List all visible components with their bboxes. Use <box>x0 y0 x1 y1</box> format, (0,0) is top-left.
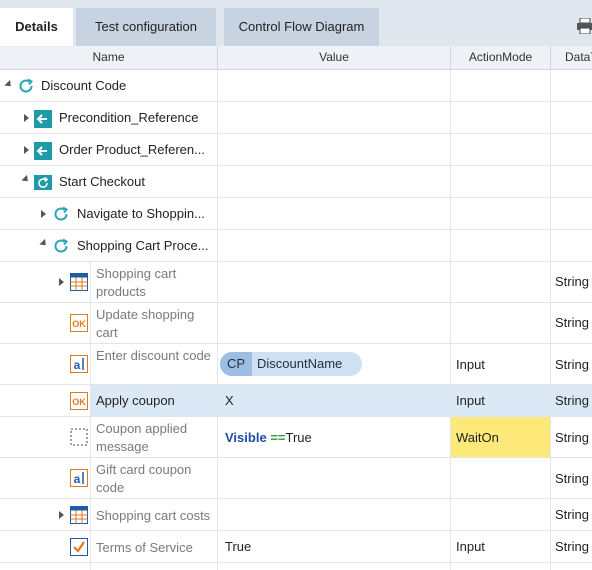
table-icon <box>70 273 88 291</box>
row-name: Gift card coupon code <box>96 462 192 495</box>
expand-arrow-icon[interactable] <box>24 146 29 154</box>
row-name: Shopping Cart Proce... <box>77 238 209 253</box>
tree-row[interactable]: Shopping cart costs String <box>0 499 592 531</box>
svg-text:OK: OK <box>72 397 86 407</box>
loop-icon <box>54 238 69 253</box>
loop-icon <box>54 206 69 221</box>
row-datatype: String <box>555 274 589 289</box>
checkbox-icon <box>70 538 88 556</box>
tree-row[interactable]: Shopping Cart Proce... <box>0 230 592 262</box>
textbox-icon: a <box>70 355 88 373</box>
column-header-value[interactable]: Value <box>218 46 451 69</box>
row-name: Navigate to Shoppin... <box>77 206 205 221</box>
tree-row[interactable]: Order Product_Referen... <box>0 134 592 166</box>
tree-row[interactable]: Precondition_Reference <box>0 102 592 134</box>
tree-row[interactable]: Discount Code <box>0 70 592 102</box>
row-value[interactable]: X <box>225 393 234 408</box>
expand-arrow-icon[interactable] <box>24 114 29 122</box>
row-name: Shopping cart products <box>96 266 177 299</box>
tab-bar: Details Test configuration Control Flow … <box>0 4 592 46</box>
row-datatype: String <box>555 393 589 408</box>
row-name: Terms of Service <box>96 540 193 555</box>
row-datatype: String <box>555 471 589 486</box>
row-actionmode[interactable]: Input <box>456 357 485 372</box>
tree-row[interactable]: Start Checkout <box>0 166 592 198</box>
tab-test-configuration[interactable]: Test configuration <box>76 8 216 46</box>
row-actionmode[interactable]: WaitOn <box>456 430 499 445</box>
row-name: Order Product_Referen... <box>59 142 205 157</box>
row-value[interactable]: Visible ==True <box>225 430 312 445</box>
tab-control-flow-diagram[interactable]: Control Flow Diagram <box>224 8 379 46</box>
row-name: Discount Code <box>41 78 127 93</box>
loop-icon <box>19 78 34 93</box>
tree-row[interactable]: a Gift card coupon code String <box>0 458 592 499</box>
row-name: Enter discount code <box>96 348 211 363</box>
reference-icon <box>34 110 52 128</box>
row-name: Precondition_Reference <box>59 110 199 125</box>
dashed-box-icon <box>70 428 88 446</box>
reference-icon <box>34 142 52 160</box>
tree-row[interactable]: OK Update shopping cart String <box>0 303 592 344</box>
row-name: Start Checkout <box>59 174 145 189</box>
folder-loop-icon <box>34 175 52 190</box>
svg-text:a: a <box>74 358 81 372</box>
tree-row-selected[interactable]: OK Apply coupon X Input String <box>0 385 592 417</box>
table-icon <box>70 506 88 524</box>
column-header-datatype[interactable]: DataT <box>551 46 592 69</box>
row-datatype: String <box>555 357 589 372</box>
ok-button-icon: OK <box>70 314 88 332</box>
tab-details[interactable]: Details <box>0 8 73 46</box>
row-actionmode[interactable]: Input <box>456 393 485 408</box>
expand-arrow-icon[interactable] <box>41 210 46 218</box>
tree-row[interactable]: a Enter discount code CP DiscountName In… <box>0 344 592 385</box>
tree-row[interactable]: Shopping cart products String <box>0 262 592 303</box>
svg-text:a: a <box>74 472 81 486</box>
svg-text:OK: OK <box>72 319 86 329</box>
chip-label: DiscountName <box>257 356 343 371</box>
row-name: Apply coupon <box>96 393 175 408</box>
row-name: Update shopping cart <box>96 307 195 340</box>
row-datatype: String <box>555 539 589 554</box>
column-header-actionmode[interactable]: ActionMode <box>451 46 551 69</box>
parameter-chip[interactable]: CP DiscountName <box>220 352 362 376</box>
expand-arrow-icon[interactable] <box>59 278 64 286</box>
chip-prefix: CP <box>220 352 252 376</box>
value-keyword: Visible <box>225 430 267 445</box>
value-operator: == <box>270 430 286 445</box>
expand-arrow-icon[interactable] <box>59 511 64 519</box>
ok-button-icon: OK <box>70 392 88 410</box>
row-actionmode[interactable]: Input <box>456 539 485 554</box>
printer-icon[interactable] <box>576 18 592 34</box>
tree-row[interactable]: Terms of Service True Input String <box>0 531 592 563</box>
row-name: Shopping cart costs <box>96 508 211 523</box>
row-value[interactable]: True <box>225 539 251 554</box>
textbox-icon: a <box>70 469 88 487</box>
row-name: Coupon applied message <box>96 421 188 454</box>
column-header-name[interactable]: Name <box>0 46 218 69</box>
tree-row[interactable]: Coupon applied message Visible ==True Wa… <box>0 417 592 458</box>
value-operand: True <box>285 430 312 445</box>
row-datatype: String <box>555 507 589 522</box>
row-datatype: String <box>555 315 589 330</box>
grid-header: Name Value ActionMode DataT <box>0 46 592 70</box>
row-datatype: String <box>555 430 589 445</box>
tree-row <box>0 563 592 570</box>
tree-row[interactable]: Navigate to Shoppin... <box>0 198 592 230</box>
